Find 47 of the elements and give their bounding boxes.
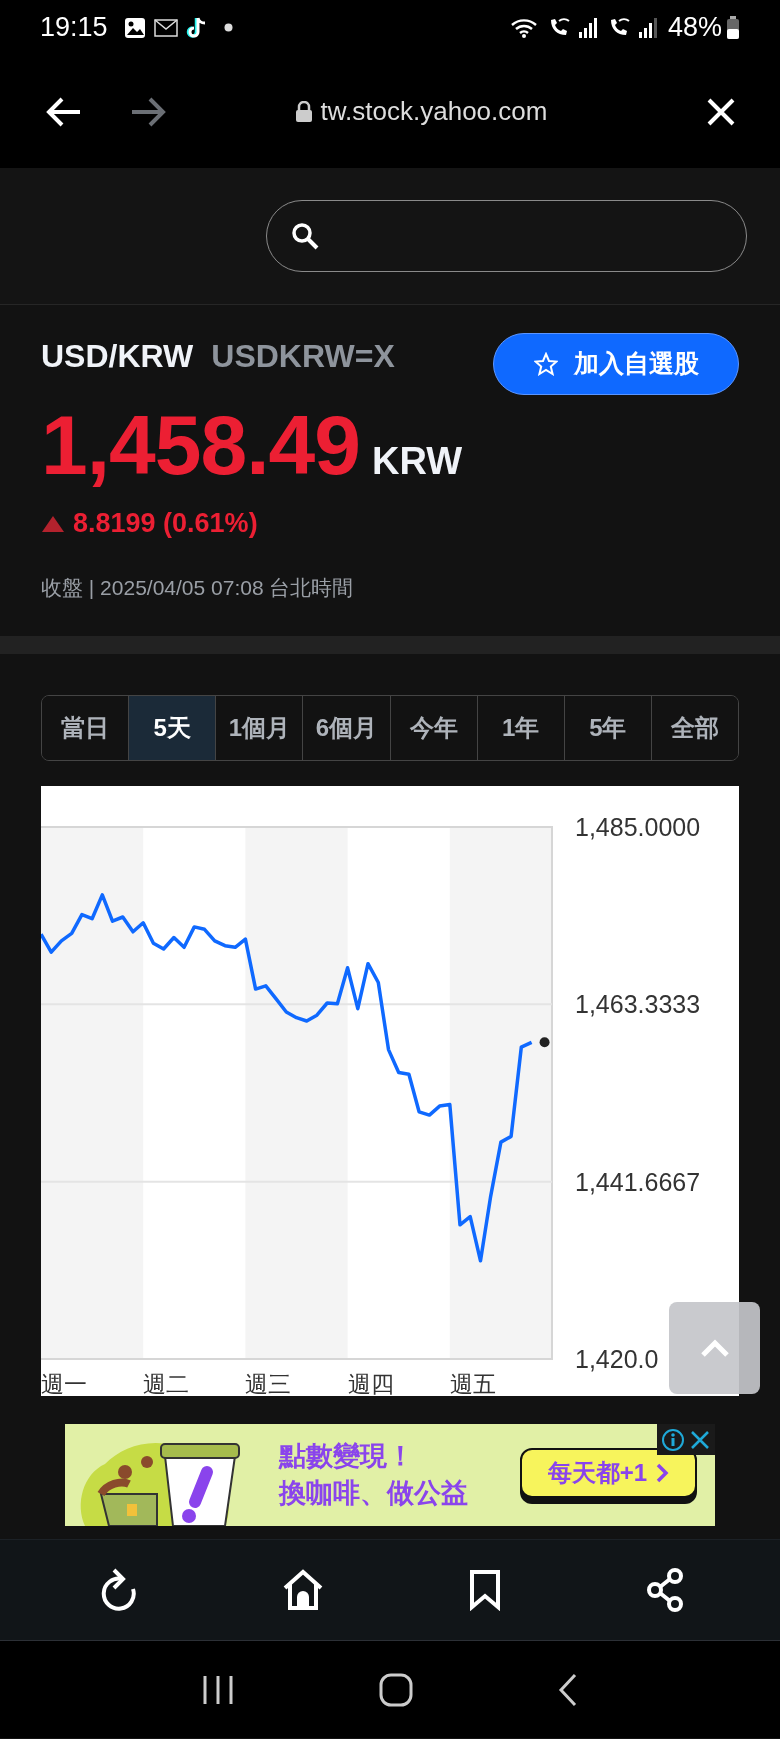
- home-button-icon[interactable]: [379, 1672, 413, 1707]
- axis-label: 1,420.0: [575, 1345, 659, 1373]
- price-change: 8.8199 (0.61%): [73, 508, 258, 539]
- battery-percent: 48%: [667, 11, 722, 45]
- close-icon[interactable]: [706, 96, 736, 127]
- axis-label: 1,441.6667: [575, 1167, 701, 1196]
- ad-subline: 換咖啡、做公益: [279, 1477, 468, 1510]
- lock-icon: [294, 100, 313, 123]
- recent-apps-icon[interactable]: [202, 1673, 235, 1706]
- range-tab[interactable]: 5天: [128, 696, 216, 760]
- search-icon: [291, 222, 319, 250]
- dot-icon: [223, 23, 233, 32]
- axis-label: 週三: [245, 1371, 292, 1396]
- signal-icon: [577, 16, 600, 39]
- mail-icon: [153, 18, 178, 37]
- axis-label: 1,463.3333: [575, 990, 701, 1019]
- close-icon[interactable]: [689, 1428, 711, 1451]
- currency-code: KRW: [372, 439, 463, 484]
- ad-headline: 點數變現！: [279, 1440, 415, 1473]
- star-icon: [533, 352, 558, 376]
- clock-time: 19:15: [40, 11, 108, 45]
- share-icon[interactable]: [645, 1567, 684, 1613]
- home-icon[interactable]: [281, 1569, 324, 1611]
- url-text[interactable]: tw.stock.yahoo.com: [320, 92, 548, 131]
- price-value: 1,458.49: [41, 403, 360, 487]
- ad-banner[interactable]: 點數變現！ 換咖啡、做公益 每天都+1: [65, 1424, 715, 1526]
- axis-label: 1,485.0000: [575, 813, 701, 841]
- chevron-up-icon: [699, 1339, 730, 1357]
- gallery-icon: [123, 16, 146, 39]
- axis-label: 週一: [41, 1371, 87, 1396]
- axis-label: 週四: [347, 1371, 394, 1396]
- axis-label: 週二: [143, 1371, 190, 1396]
- music-note-icon: [185, 15, 208, 40]
- bookmark-icon[interactable]: [468, 1569, 501, 1611]
- add-to-watchlist-button[interactable]: 加入自選股: [493, 333, 739, 395]
- range-tab[interactable]: 全部: [650, 696, 738, 760]
- info-icon[interactable]: [661, 1427, 685, 1452]
- last-point-dot: [539, 1037, 550, 1048]
- signal-icon: [637, 16, 660, 39]
- back-icon[interactable]: [557, 1672, 578, 1707]
- ticker-symbol: USDKRW=X: [211, 336, 395, 376]
- pair-name: USD/KRW: [41, 336, 194, 376]
- back-arrow-icon[interactable]: [46, 96, 82, 127]
- chevron-right-icon: [655, 1462, 670, 1484]
- market-status: 收盤 | 2025/04/05 07:08 台北時間: [41, 575, 355, 601]
- axis-label: 週五: [449, 1371, 496, 1396]
- battery-icon: [726, 15, 740, 40]
